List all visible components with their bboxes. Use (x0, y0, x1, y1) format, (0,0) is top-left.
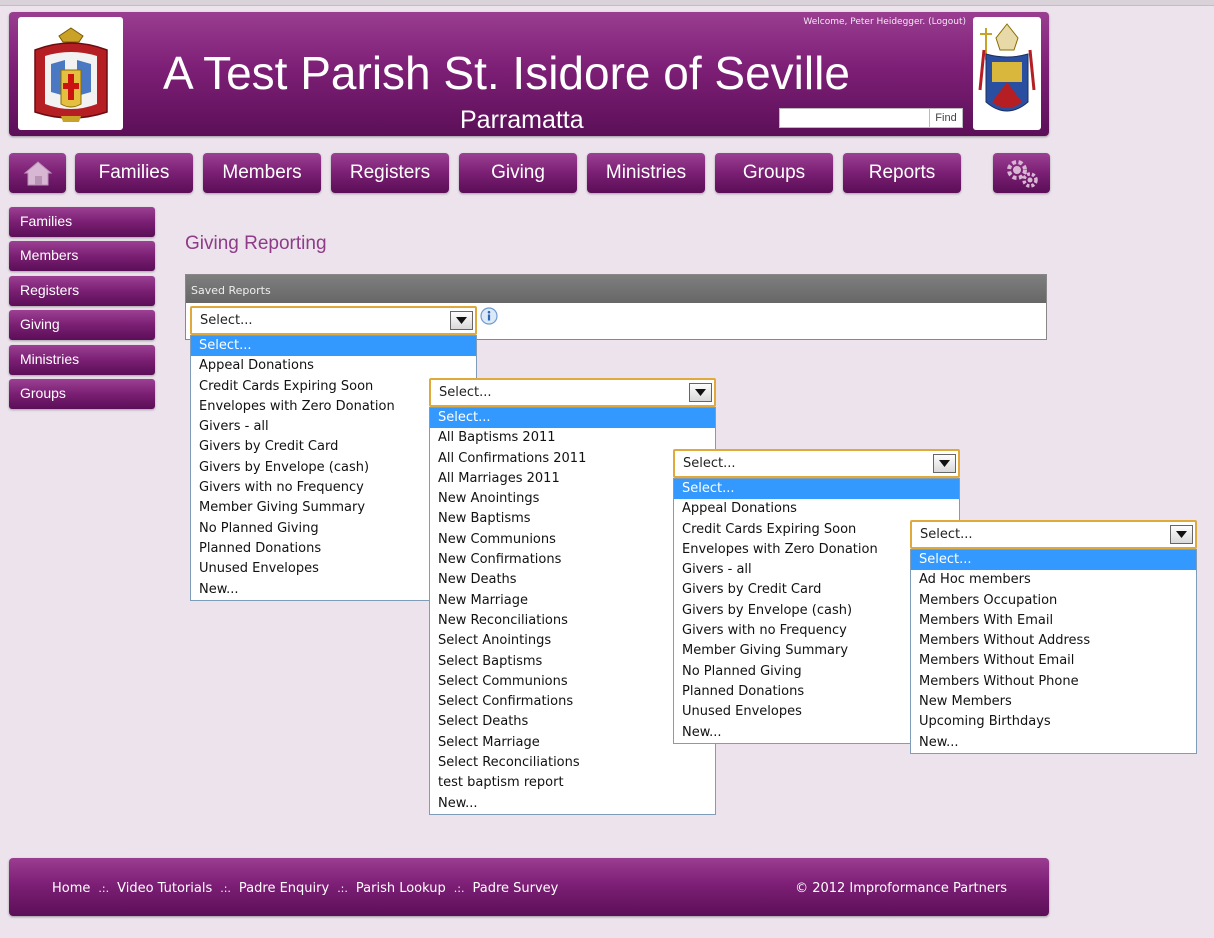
footer-link-home[interactable]: Home (52, 881, 90, 896)
dropdown-option[interactable]: Select... (191, 336, 476, 357)
sidebar-item-families[interactable]: Families (9, 207, 155, 237)
nav-groups[interactable]: Groups (715, 153, 833, 193)
page-title: Giving Reporting (185, 233, 327, 254)
bishop-arms-logo (973, 17, 1041, 130)
dropdown-selected-value: Select... (920, 527, 973, 542)
footer-link-video-tutorials[interactable]: Video Tutorials (117, 881, 212, 896)
footer-link-parish-lookup[interactable]: Parish Lookup (356, 881, 446, 896)
sidebar-item-giving[interactable]: Giving (9, 310, 155, 340)
nav-giving[interactable]: Giving (459, 153, 577, 193)
nav-families[interactable]: Families (75, 153, 193, 193)
footer-link-padre-survey[interactable]: Padre Survey (472, 881, 558, 896)
dropdown-option[interactable]: Members Without Email (911, 651, 1196, 671)
nav-home-button[interactable] (9, 153, 66, 193)
footer-separator: .:. (98, 882, 110, 895)
dropdown-option[interactable]: Select... (430, 408, 715, 429)
footer-link-padre-enquiry[interactable]: Padre Enquiry (239, 881, 329, 896)
saved-reports-header: Saved Reports (186, 275, 1046, 303)
nav-registers[interactable]: Registers (331, 153, 449, 193)
dropdown-option[interactable]: New Members (911, 692, 1196, 712)
chevron-down-icon[interactable] (450, 311, 473, 330)
search-input[interactable] (779, 108, 933, 128)
dropdown-option[interactable]: All Baptisms 2011 (430, 428, 715, 448)
dropdown-option[interactable]: Members With Email (911, 611, 1196, 631)
dropdown-option[interactable]: Members Without Address (911, 631, 1196, 651)
dropdown-option[interactable]: Appeal Donations (674, 499, 959, 519)
footer-separator: .:. (337, 882, 348, 895)
footer-separator: .:. (453, 882, 465, 895)
dropdown-option[interactable]: test baptism report (430, 773, 715, 793)
sidebar-item-groups[interactable]: Groups (9, 379, 155, 409)
browser-top-strip (0, 0, 1214, 6)
sidebar-item-ministries[interactable]: Ministries (9, 345, 155, 375)
house-icon (23, 161, 52, 186)
dropdown-select-box[interactable]: Select... (190, 306, 477, 335)
nav-reports[interactable]: Reports (843, 153, 961, 193)
info-icon[interactable] (480, 307, 498, 325)
dropdown-option[interactable]: Upcoming Birthdays (911, 712, 1196, 732)
nav-settings-button[interactable] (993, 153, 1050, 193)
find-button[interactable]: Find (929, 108, 963, 128)
dropdown-option[interactable]: Appeal Donations (191, 356, 476, 376)
dropdown-selected-value: Select... (683, 456, 736, 471)
site-footer: Home.:. Video Tutorials.:. Padre Enquiry.:… (9, 858, 1049, 916)
footer-links: Home.:. Video Tutorials.:. Padre Enquiry.:… (52, 881, 558, 896)
sidebar-item-members[interactable]: Members (9, 241, 155, 271)
copyright-text: © 2012 Improformance Partners (795, 881, 1007, 896)
parish-location: Parramatta (460, 106, 584, 134)
dropdown-option[interactable]: Select... (911, 550, 1196, 571)
nav-members[interactable]: Members (203, 153, 321, 193)
sidebar-item-registers[interactable]: Registers (9, 276, 155, 306)
nav-ministries[interactable]: Ministries (587, 153, 705, 193)
dropdown-option[interactable]: New... (430, 794, 715, 814)
dropdown-select-box[interactable]: Select... (429, 378, 716, 407)
dropdown-selected-value: Select... (200, 313, 253, 328)
welcome-logout-text[interactable]: Welcome, Peter Heidegger. (Logout) (741, 17, 966, 28)
gears-icon (1006, 160, 1038, 188)
dropdown-option[interactable]: Ad Hoc members (911, 570, 1196, 590)
dropdown-option[interactable]: Members Occupation (911, 591, 1196, 611)
dropdown-select-box[interactable]: Select... (673, 449, 960, 478)
dropdown-option[interactable]: Select Reconciliations (430, 753, 715, 773)
site-header: Welcome, Peter Heidegger. (Logout) A Tes… (9, 12, 1049, 136)
dropdown-option[interactable]: New... (911, 733, 1196, 753)
parish-title: A Test Parish St. Isidore of Seville (163, 47, 850, 99)
chevron-down-icon[interactable] (933, 454, 956, 473)
footer-separator: .:. (220, 882, 231, 895)
dropdown-option[interactable]: Select... (674, 479, 959, 500)
dropdown-selected-value: Select... (439, 385, 492, 400)
chevron-down-icon[interactable] (1170, 525, 1193, 544)
coat-of-arms-logo (18, 17, 123, 130)
chevron-down-icon[interactable] (689, 383, 712, 402)
dropdown-options-list: Select... Ad Hoc members Members Occupat… (910, 549, 1197, 754)
dropdown-option[interactable]: Members Without Phone (911, 672, 1196, 692)
dropdown-select-box[interactable]: Select... (910, 520, 1197, 549)
